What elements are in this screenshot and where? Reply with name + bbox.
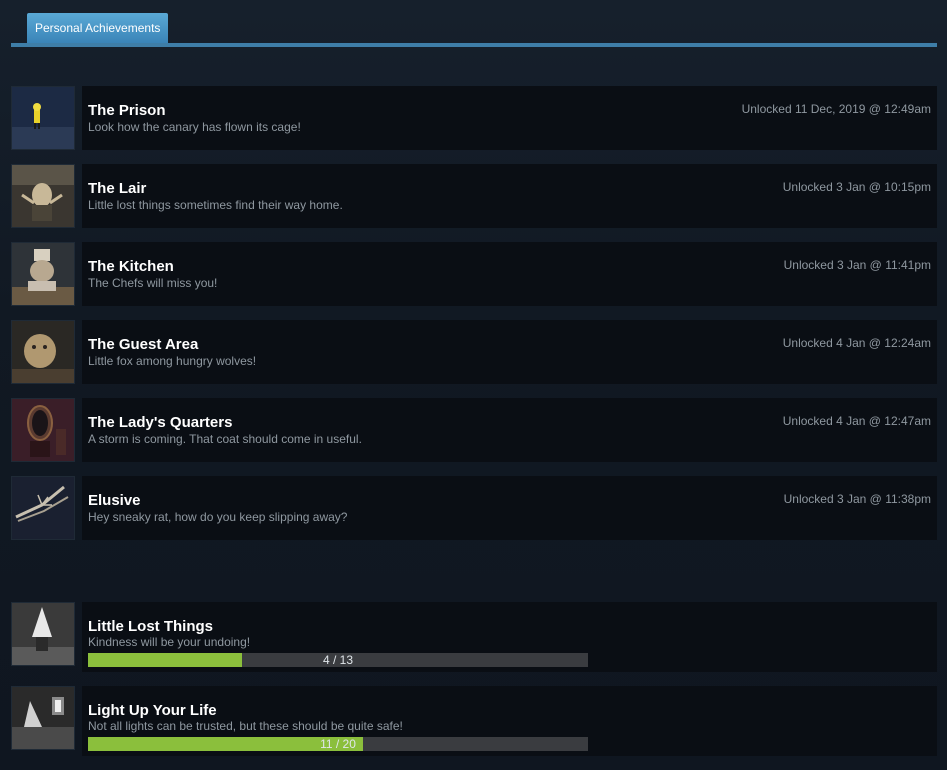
achievement-title: Light Up Your Life [88,702,217,719]
progress-bar: 11 / 20 [88,737,588,751]
progress-text: 11 / 20 [320,737,356,751]
unlock-date: Unlocked 3 Jan @ 11:41pm [783,258,931,272]
achievement-description: Kindness will be your undoing! [88,635,251,649]
achievement-panel: The Lady's Quarters A storm is coming. T… [82,398,937,462]
achievement-row: Little Lost Things Kindness will be your… [11,602,937,672]
achievement-description: Look how the canary has flown its cage! [88,120,301,134]
unlock-date: Unlocked 3 Jan @ 11:38pm [783,492,931,506]
unlock-date: Unlocked 4 Jan @ 12:47am [782,414,931,428]
progress-text: 4 / 13 [322,653,354,667]
unlock-date: Unlocked 11 Dec, 2019 @ 12:49am [741,102,931,116]
achievement-row: The Lady's Quarters A storm is coming. T… [11,398,937,462]
achievement-row: The Guest Area Little fox among hungry w… [11,320,937,384]
achievement-title: Little Lost Things [88,618,213,635]
achievement-title: The Lady's Quarters [88,414,233,431]
achievement-title: The Kitchen [88,258,174,275]
lamp-icon [11,686,75,750]
nome-icon [11,602,75,666]
achievement-row: Elusive Hey sneaky rat, how do you keep … [11,476,937,540]
achievement-panel: Little Lost Things Kindness will be your… [82,602,937,672]
achievement-row: The Prison Look how the canary has flown… [11,86,937,150]
achievement-panel: The Kitchen The Chefs will miss you! Unl… [82,242,937,306]
achievement-panel: The Prison Look how the canary has flown… [82,86,937,150]
tab-underline [11,43,937,47]
guest-icon [11,320,75,384]
raincoat-girl-icon [11,86,75,150]
unlock-date: Unlocked 4 Jan @ 12:24am [782,336,931,350]
tab-personal-achievements[interactable]: Personal Achievements [27,13,169,43]
achievement-description: The Chefs will miss you! [88,276,218,290]
mirror-icon [11,398,75,462]
janitor-icon [11,164,75,228]
achievement-title: The Lair [88,180,147,197]
achievement-row: Light Up Your Life Not all lights can be… [11,686,937,756]
achievement-description: Not all lights can be trusted, but these… [88,719,403,733]
achievement-panel: The Lair Little lost things sometimes fi… [82,164,937,228]
chef-icon [11,242,75,306]
achievement-row: The Lair Little lost things sometimes fi… [11,164,937,228]
unlock-date: Unlocked 3 Jan @ 10:15pm [782,180,931,194]
long-arms-icon [11,476,75,540]
achievement-title: Elusive [88,492,141,509]
achievement-title: The Prison [88,102,166,119]
achievement-description: Little fox among hungry wolves! [88,354,257,368]
achievement-description: Hey sneaky rat, how do you keep slipping… [88,510,348,524]
achievement-panel: Light Up Your Life Not all lights can be… [82,686,937,756]
achievement-panel: Elusive Hey sneaky rat, how do you keep … [82,476,937,540]
achievement-title: The Guest Area [88,336,199,353]
achievement-panel: The Guest Area Little fox among hungry w… [82,320,937,384]
achievement-description: Little lost things sometimes find their … [88,198,343,212]
tab-bar: Personal Achievements [11,13,937,48]
achievement-description: A storm is coming. That coat should come… [88,432,362,446]
progress-bar: 4 / 13 [88,653,588,667]
achievement-row: The Kitchen The Chefs will miss you! Unl… [11,242,937,306]
